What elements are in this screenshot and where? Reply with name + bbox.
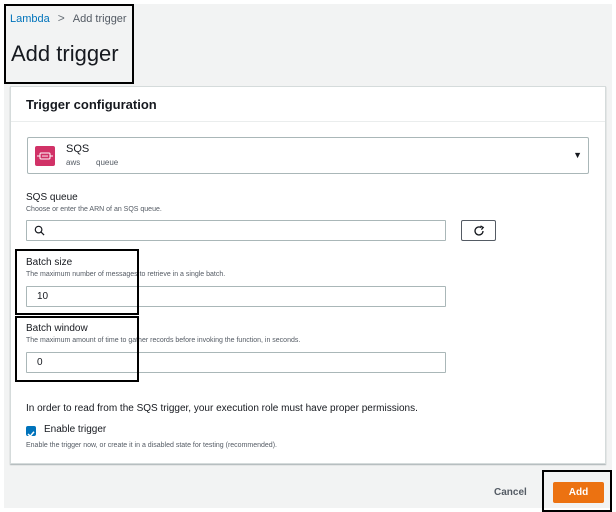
refresh-icon [474, 225, 485, 236]
trigger-source-tag-aws: aws [66, 158, 81, 167]
chevron-right-icon: > [57, 11, 65, 25]
trigger-source-tag-queue: queue [96, 158, 119, 167]
checkmark-icon [27, 431, 35, 438]
panel-header: Trigger configuration [11, 87, 605, 122]
trigger-source-select[interactable]: SQS aws queue ▼ [27, 137, 589, 174]
batch-size-label: Batch size [26, 257, 73, 268]
page-title: Add trigger [11, 41, 119, 66]
breadcrumb-current: Add trigger [72, 13, 127, 25]
panel-title: Trigger configuration [26, 97, 157, 112]
batch-window-input[interactable]: 0 [26, 352, 446, 373]
add-button[interactable]: Add [553, 482, 604, 503]
enable-trigger-label[interactable]: Enable trigger [44, 424, 106, 435]
batch-window-value: 0 [37, 357, 43, 368]
batch-size-value: 10 [37, 291, 49, 302]
caret-down-icon: ▼ [573, 150, 582, 160]
breadcrumb: Lambda > Add trigger [10, 11, 127, 25]
batch-window-label: Batch window [26, 323, 88, 334]
enable-trigger-checkbox[interactable] [26, 426, 36, 438]
search-icon [34, 225, 45, 236]
sqs-queue-label: SQS queue [26, 192, 78, 203]
enable-trigger-description: Enable the trigger now, or create it in … [26, 442, 277, 449]
trigger-configuration-panel: Trigger configuration SQS aws queue ▼ SQ… [10, 86, 606, 464]
batch-window-description: The maximum amount of time to gather rec… [26, 337, 301, 344]
sqs-queue-description: Choose or enter the ARN of an SQS queue. [26, 206, 162, 213]
refresh-button[interactable] [461, 220, 496, 241]
trigger-source-name: SQS [66, 143, 90, 155]
sqs-icon [35, 146, 55, 166]
sqs-queue-input[interactable] [26, 220, 446, 241]
batch-size-input[interactable]: 10 [26, 286, 446, 307]
batch-size-description: The maximum number of messages to retrie… [26, 271, 226, 278]
cancel-button[interactable]: Cancel [494, 487, 527, 498]
permissions-note: In order to read from the SQS trigger, y… [26, 403, 418, 414]
breadcrumb-lambda-link[interactable]: Lambda [10, 13, 50, 25]
